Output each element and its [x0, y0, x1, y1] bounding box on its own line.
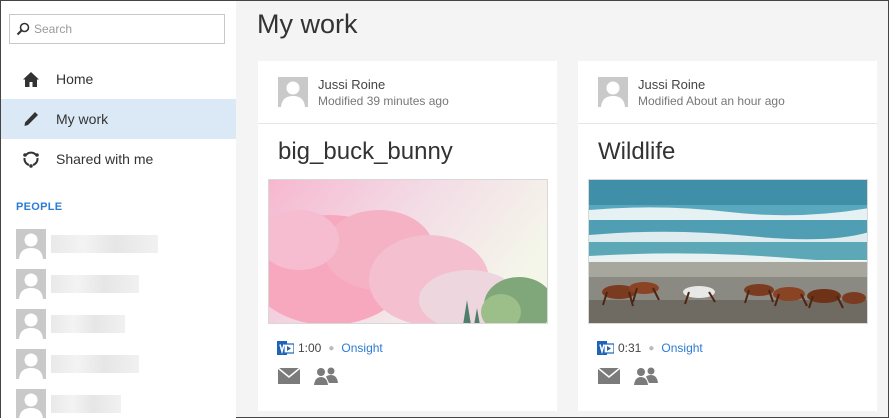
person-name-redacted: [51, 395, 121, 413]
channel-link[interactable]: Onsight: [661, 341, 702, 355]
person-name-redacted: [51, 235, 158, 253]
separator-dot: ●: [328, 342, 335, 354]
avatar: [16, 309, 46, 339]
card-meta: 0:31 ● Onsight: [597, 340, 703, 356]
search-box[interactable]: [9, 14, 225, 44]
pencil-icon: [21, 109, 41, 129]
person-item[interactable]: [16, 309, 158, 339]
person-item[interactable]: [16, 269, 158, 299]
mail-icon[interactable]: [598, 368, 620, 384]
card-owner[interactable]: Jussi Roine: [318, 77, 449, 92]
nav-list: Home My work Shared with me: [1, 59, 236, 179]
person-name-redacted: [51, 315, 125, 333]
video-duration: 1:00: [298, 341, 322, 355]
sidebar: Home My work Shared with me: [1, 1, 236, 418]
home-icon: [21, 69, 41, 89]
people-list: [16, 229, 158, 418]
search-icon: [16, 22, 30, 36]
separator-dot: ●: [648, 342, 655, 354]
card-modified: Modified About an hour ago: [638, 93, 785, 108]
nav-item-label: Home: [56, 71, 94, 87]
person-name-redacted: [51, 275, 139, 293]
card-meta: 1:00 ● Onsight: [277, 340, 383, 356]
card-owner[interactable]: Jussi Roine: [638, 77, 785, 92]
nav-item-home[interactable]: Home: [1, 59, 236, 99]
person-item[interactable]: [16, 349, 158, 379]
avatar: [16, 389, 46, 418]
avatar: [16, 349, 46, 379]
share-icon: [21, 149, 41, 169]
search-input[interactable]: [34, 22, 214, 36]
card-title[interactable]: Wildlife: [598, 138, 675, 166]
person-item[interactable]: [16, 389, 158, 418]
page-title: My work: [257, 9, 358, 39]
video-card[interactable]: Jussi Roine Modified About an hour ago W…: [578, 61, 877, 411]
people-share-icon[interactable]: [634, 367, 658, 385]
nav-item-label: Shared with me: [56, 151, 154, 167]
avatar: [598, 77, 628, 107]
nav-item-my-work[interactable]: My work: [1, 99, 236, 139]
card-title[interactable]: big_buck_bunny: [278, 138, 453, 166]
avatar: [16, 269, 46, 299]
people-heading: PEOPLE: [16, 201, 63, 213]
card-actions: [598, 367, 672, 385]
video-thumbnail[interactable]: [588, 179, 868, 324]
video-card[interactable]: Jussi Roine Modified 39 minutes ago big_…: [258, 61, 557, 411]
card-actions: [278, 367, 352, 385]
card-header: Jussi Roine Modified 39 minutes ago: [258, 61, 557, 124]
avatar: [278, 77, 308, 107]
person-item[interactable]: [16, 229, 158, 259]
people-share-icon[interactable]: [314, 367, 338, 385]
channel-link[interactable]: Onsight: [341, 341, 382, 355]
person-name-redacted: [51, 355, 139, 373]
video-icon: [277, 341, 294, 355]
nav-item-shared-with-me[interactable]: Shared with me: [1, 139, 236, 179]
video-thumbnail[interactable]: [268, 179, 548, 324]
mail-icon[interactable]: [278, 368, 300, 384]
avatar: [16, 229, 46, 259]
video-duration: 0:31: [618, 341, 642, 355]
video-icon: [597, 341, 614, 355]
card-header: Jussi Roine Modified About an hour ago: [578, 61, 877, 124]
card-modified: Modified 39 minutes ago: [318, 93, 449, 108]
nav-item-label: My work: [56, 111, 109, 127]
